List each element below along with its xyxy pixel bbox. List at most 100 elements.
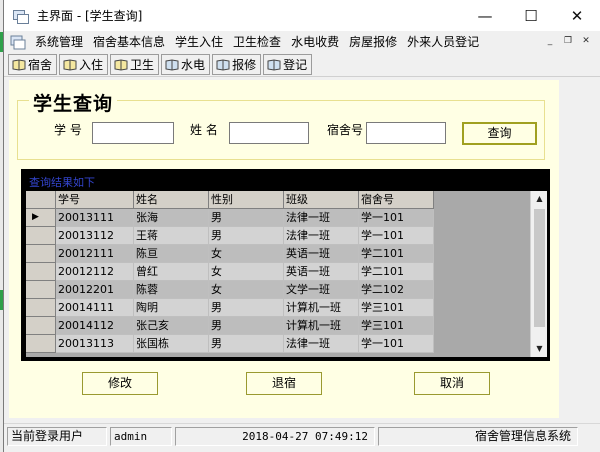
- table-row[interactable]: 20014111 陶明男计算机一班 学三101: [26, 299, 434, 317]
- cell-dorm[interactable]: 学一101: [359, 227, 434, 245]
- table-row[interactable]: 20012201 陈蓉女文学一班 学二102: [26, 281, 434, 299]
- maximize-button[interactable]: ☐: [508, 0, 554, 31]
- cell-name[interactable]: 张海: [134, 209, 209, 227]
- dormitory-icon: [12, 58, 26, 71]
- status-system-name: 宿舍管理信息系统: [378, 427, 578, 446]
- column-header-dorm[interactable]: 宿舍号: [359, 191, 434, 209]
- grid-vertical-scrollbar[interactable]: ▲ ▼: [530, 191, 547, 357]
- toolbar-repair-button[interactable]: 报修: [212, 54, 262, 75]
- close-button[interactable]: ✕: [554, 0, 600, 31]
- table-row[interactable]: 20013112 王蒋男法律一班 学一101: [26, 227, 434, 245]
- cell-student-id[interactable]: 20012112: [56, 263, 134, 281]
- cell-gender[interactable]: 男: [209, 209, 284, 227]
- cell-class[interactable]: 计算机一班: [284, 317, 359, 335]
- toolbar-utility-button[interactable]: 水电: [161, 54, 211, 75]
- scroll-thumb[interactable]: [534, 209, 545, 327]
- cell-gender[interactable]: 女: [209, 263, 284, 281]
- menu-dorm-info[interactable]: 宿舍基本信息: [88, 31, 170, 53]
- table-row[interactable]: ▶ 20013111 张海男法律一班 学一101: [26, 209, 434, 227]
- cell-gender[interactable]: 女: [209, 245, 284, 263]
- cell-name[interactable]: 陈亘: [134, 245, 209, 263]
- child-window-icon[interactable]: [10, 34, 26, 50]
- grid-header-row: 学号 姓名 性别 班级 宿舍号: [26, 191, 434, 209]
- column-header-gender[interactable]: 性别: [209, 191, 284, 209]
- name-input[interactable]: [229, 122, 309, 144]
- column-header-student-id[interactable]: 学号: [56, 191, 134, 209]
- cell-gender[interactable]: 男: [209, 299, 284, 317]
- row-header[interactable]: [26, 245, 56, 263]
- cell-class[interactable]: 英语一班: [284, 263, 359, 281]
- modify-button[interactable]: 修改: [82, 372, 158, 395]
- cell-dorm[interactable]: 学二101: [359, 245, 434, 263]
- cell-student-id[interactable]: 20012111: [56, 245, 134, 263]
- cell-class[interactable]: 法律一班: [284, 209, 359, 227]
- toolbar-hygiene-button[interactable]: 卫生: [110, 54, 160, 75]
- current-row-indicator-icon[interactable]: ▶: [26, 209, 56, 227]
- query-button[interactable]: 查询: [462, 122, 537, 145]
- status-user-label: 当前登录用户: [7, 427, 107, 446]
- cell-student-id[interactable]: 20013113: [56, 335, 134, 353]
- cell-dorm[interactable]: 学三101: [359, 299, 434, 317]
- row-header[interactable]: [26, 317, 56, 335]
- cell-gender[interactable]: 女: [209, 281, 284, 299]
- table-row[interactable]: 20013113 张国栋男法律一班 学一101: [26, 335, 434, 353]
- cell-name[interactable]: 张己亥: [134, 317, 209, 335]
- toolbar-register-button[interactable]: 登记: [263, 54, 313, 75]
- checkout-button[interactable]: 退宿: [246, 372, 322, 395]
- table-row[interactable]: 20012112 曾红女英语一班 学二101: [26, 263, 434, 281]
- dorm-input[interactable]: [366, 122, 446, 144]
- register-icon: [267, 58, 281, 71]
- cell-name[interactable]: 陶明: [134, 299, 209, 317]
- cell-class[interactable]: 英语一班: [284, 245, 359, 263]
- minimize-button[interactable]: —: [462, 0, 508, 31]
- results-grid[interactable]: 学号 姓名 性别 班级 宿舍号 ▶ 20013111 张海男法律一班 学一101 200…: [26, 191, 547, 357]
- cell-dorm[interactable]: 学一101: [359, 335, 434, 353]
- cell-dorm[interactable]: 学三101: [359, 317, 434, 335]
- row-header[interactable]: [26, 299, 56, 317]
- cell-class[interactable]: 法律一班: [284, 227, 359, 245]
- student-id-input[interactable]: [92, 122, 174, 144]
- cell-student-id[interactable]: 20013111: [56, 209, 134, 227]
- cell-class[interactable]: 法律一班: [284, 335, 359, 353]
- menu-repair[interactable]: 房屋报修: [344, 31, 402, 53]
- cell-gender[interactable]: 男: [209, 335, 284, 353]
- cell-student-id[interactable]: 20013112: [56, 227, 134, 245]
- column-header-class[interactable]: 班级: [284, 191, 359, 209]
- toolbar-checkin-button[interactable]: 入住: [59, 54, 109, 75]
- student-id-label: 学 号: [54, 123, 82, 137]
- row-header[interactable]: [26, 281, 56, 299]
- menu-visitor-register[interactable]: 外来人员登记: [402, 31, 484, 53]
- cell-gender[interactable]: 男: [209, 317, 284, 335]
- cell-name[interactable]: 陈蓉: [134, 281, 209, 299]
- row-header[interactable]: [26, 227, 56, 245]
- cell-dorm[interactable]: 学二102: [359, 281, 434, 299]
- menu-system[interactable]: 系统管理: [30, 31, 88, 53]
- cell-name[interactable]: 张国栋: [134, 335, 209, 353]
- child-close-button[interactable]: ✕: [578, 34, 594, 48]
- cell-class[interactable]: 文学一班: [284, 281, 359, 299]
- row-header[interactable]: [26, 263, 56, 281]
- cell-dorm[interactable]: 学二101: [359, 263, 434, 281]
- child-minimize-button[interactable]: _: [542, 34, 558, 48]
- table-row[interactable]: 20014112 张己亥男计算机一班 学三101: [26, 317, 434, 335]
- menu-student-checkin[interactable]: 学生入住: [170, 31, 228, 53]
- column-header-name[interactable]: 姓名: [134, 191, 209, 209]
- toolbar-register-label: 登记: [283, 58, 308, 72]
- menu-hygiene-check[interactable]: 卫生检查: [228, 31, 286, 53]
- cancel-button[interactable]: 取消: [414, 372, 490, 395]
- cell-dorm[interactable]: 学一101: [359, 209, 434, 227]
- table-row[interactable]: 20012111 陈亘女英语一班 学二101: [26, 245, 434, 263]
- menu-utility-fees[interactable]: 水电收费: [286, 31, 344, 53]
- cell-name[interactable]: 王蒋: [134, 227, 209, 245]
- cell-name[interactable]: 曾红: [134, 263, 209, 281]
- scroll-down-arrow-icon[interactable]: ▼: [531, 341, 547, 357]
- cell-student-id[interactable]: 20014111: [56, 299, 134, 317]
- child-restore-button[interactable]: ❐: [560, 34, 576, 48]
- toolbar-dormitory-button[interactable]: 宿舍: [8, 54, 58, 75]
- cell-class[interactable]: 计算机一班: [284, 299, 359, 317]
- cell-student-id[interactable]: 20014112: [56, 317, 134, 335]
- cell-gender[interactable]: 男: [209, 227, 284, 245]
- scroll-up-arrow-icon[interactable]: ▲: [531, 191, 547, 207]
- cell-student-id[interactable]: 20012201: [56, 281, 134, 299]
- row-header[interactable]: [26, 335, 56, 353]
